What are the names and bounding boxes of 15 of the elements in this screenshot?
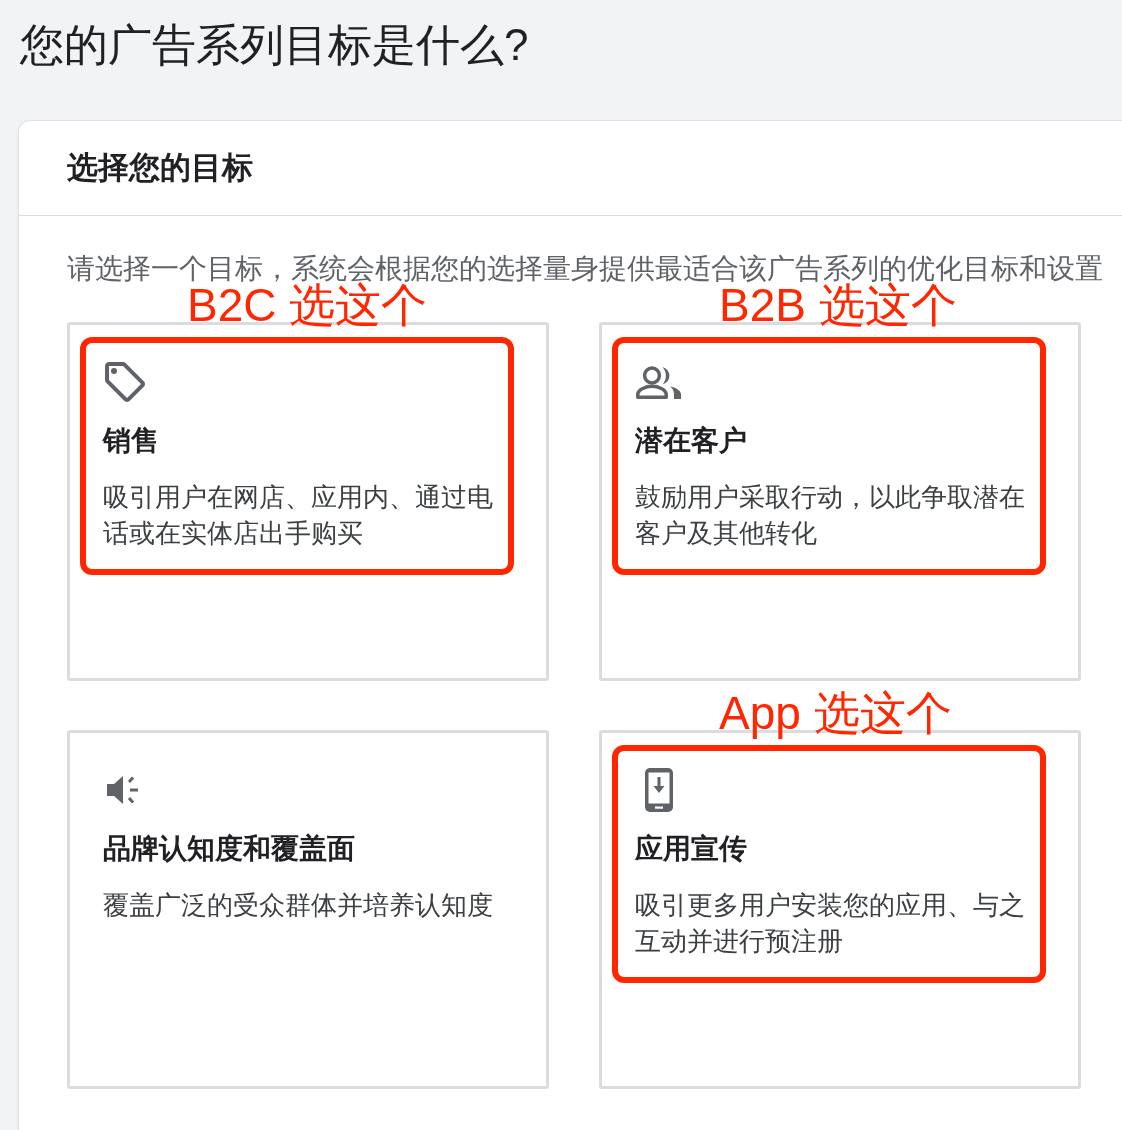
phone-download-icon [645,768,673,812]
goal-description: 吸引用户在网店、应用内、通过电话或在实体店出手购买 [103,481,494,550]
goal-title: 销售 [103,424,159,458]
goal-title: 品牌认知度和覆盖面 [103,832,355,866]
goal-option[interactable]: 品牌认知度和覆盖面 覆盖广泛的受众群体并培养认知度 [67,730,549,1089]
goal-title: 潜在客户 [635,424,747,458]
panel-description: 请选择一个目标，系统会根据您的选择量身提供最适合该广告系列的优化目标和设置 [67,255,1103,283]
panel-title: 选择您的目标 [67,150,253,186]
goal-title: 应用宣传 [635,832,747,866]
page-title: 您的广告系列目标是什么? [20,23,529,67]
tag-icon [105,362,145,402]
goal-description: 鼓励用户采取行动，以此争取潜在客户及其他转化 [635,481,1026,550]
people-icon [636,365,681,399]
goal-description: 吸引更多用户安装您的应用、与之互动并进行预注册 [635,889,1026,958]
goal-description: 覆盖广泛的受众群体并培养认知度 [103,889,494,922]
